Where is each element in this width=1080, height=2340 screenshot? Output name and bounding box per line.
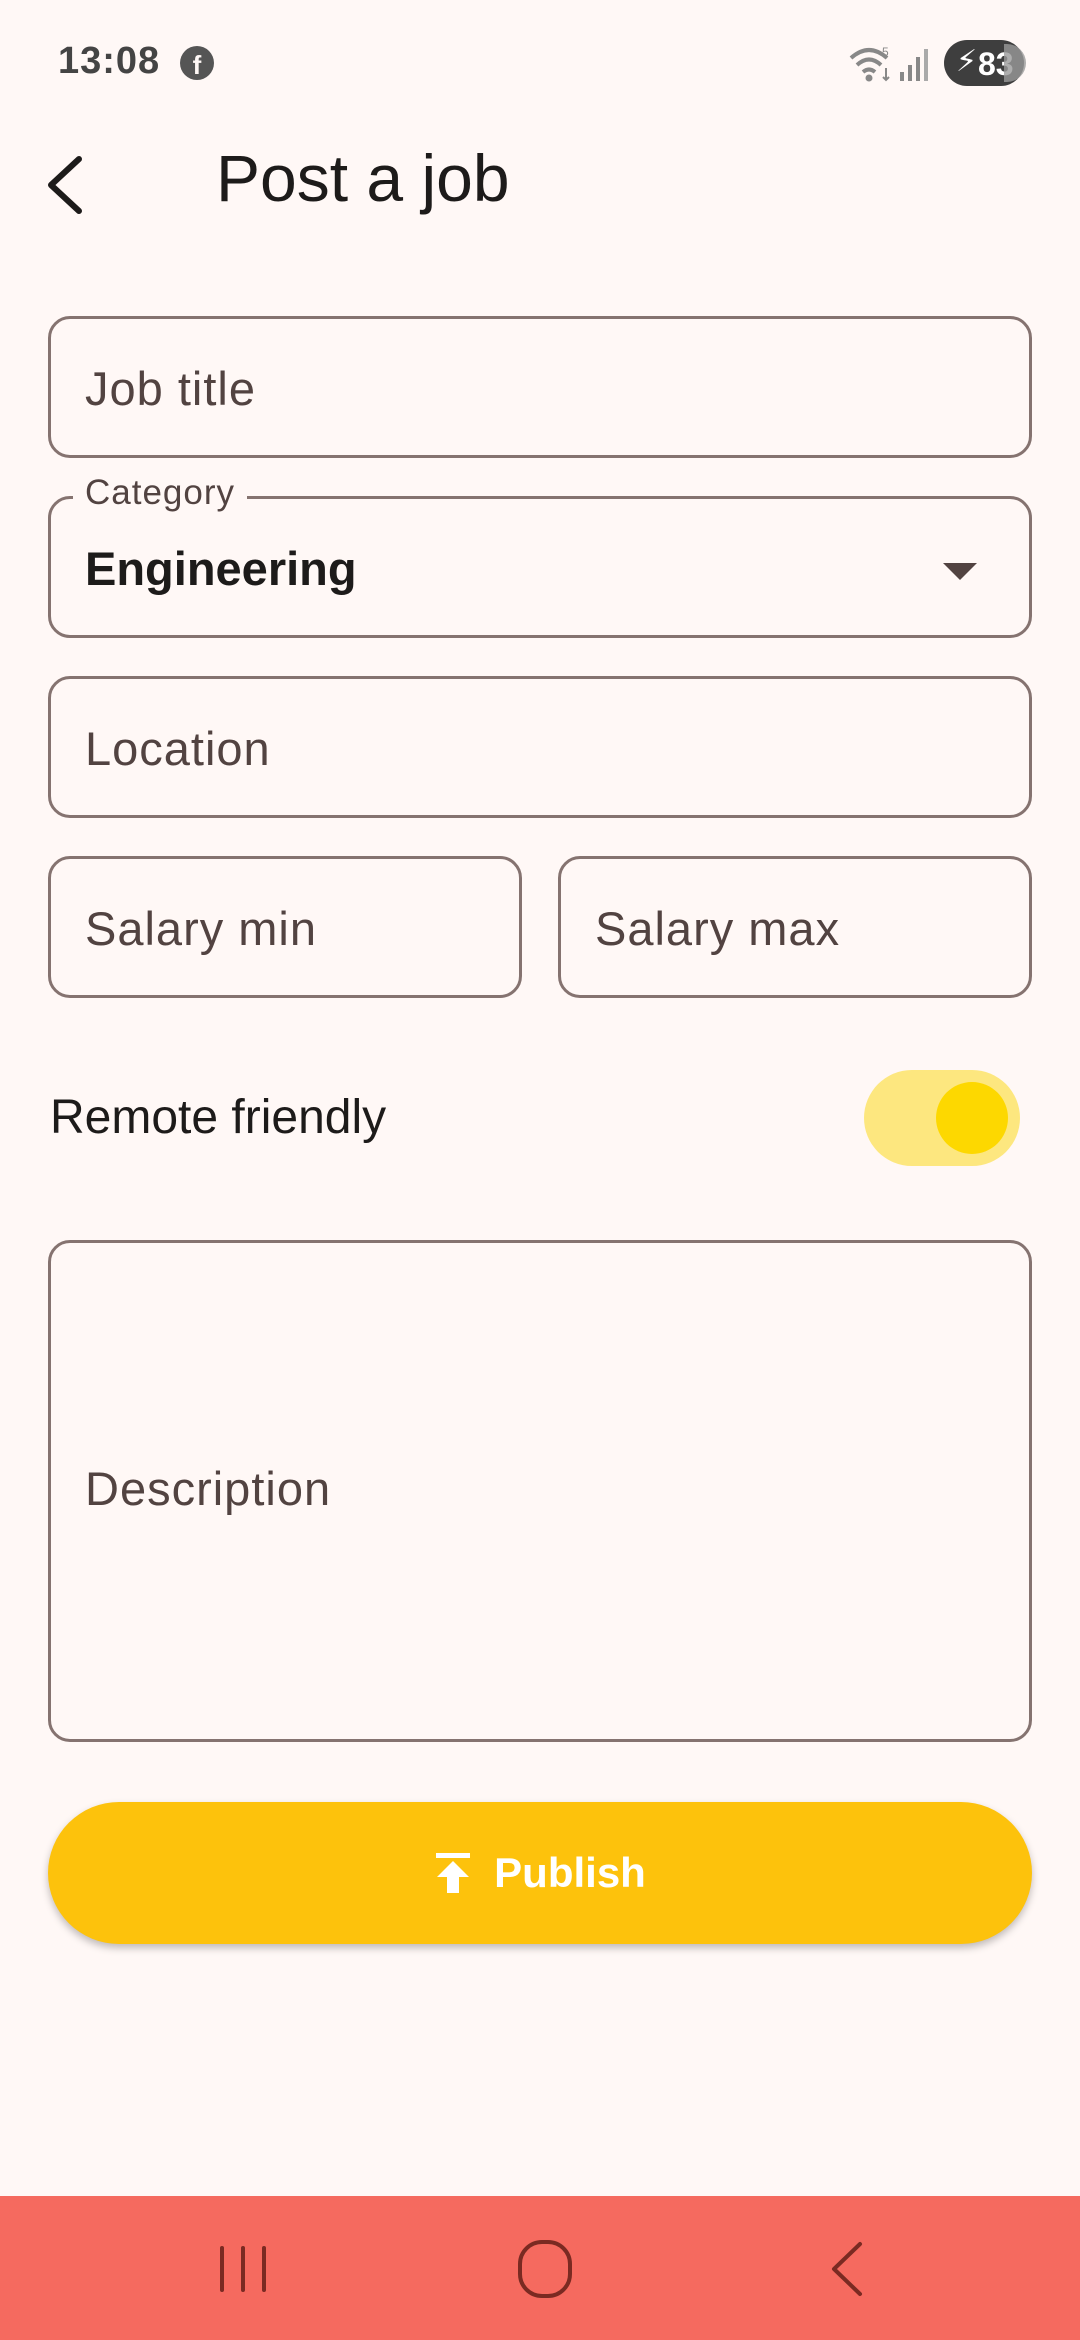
back-button[interactable]: [30, 140, 100, 230]
category-label: Category: [73, 473, 248, 513]
battery-charging-icon: ⚡: [956, 45, 978, 78]
switch-thumb[interactable]: [936, 1082, 1008, 1154]
status-time: 13:08: [58, 40, 161, 82]
upload-icon: [436, 1853, 471, 1893]
location-field[interactable]: Location: [48, 676, 1032, 818]
system-nav-bar: [0, 2196, 1080, 2340]
description-field[interactable]: Description: [48, 1240, 1032, 1742]
remote-friendly-label: Remote friendly: [50, 1091, 387, 1144]
description-placeholder: Description: [85, 1462, 332, 1515]
category-value: Engineering: [85, 542, 357, 595]
recent-apps-icon[interactable]: [216, 2242, 270, 2296]
signal-icon: [900, 49, 928, 81]
publish-button[interactable]: Publish: [48, 1802, 1032, 1944]
facebook-icon: f: [180, 46, 214, 80]
dropdown-arrow-icon: [943, 563, 977, 580]
home-icon[interactable]: [516, 2238, 574, 2300]
publish-label: Publish: [494, 1849, 646, 1896]
salary-max-field[interactable]: Salary max: [558, 856, 1032, 998]
wifi-icon: 5: [849, 45, 890, 82]
salary-min-field[interactable]: Salary min: [48, 856, 522, 998]
salary-min-placeholder: Salary min: [85, 902, 318, 955]
arrow-back-icon: [48, 156, 82, 214]
back-icon[interactable]: [826, 2240, 866, 2298]
salary-max-placeholder: Salary max: [595, 902, 841, 955]
job-title-field[interactable]: Job title: [48, 316, 1032, 458]
job-title-placeholder: Job title: [85, 362, 256, 415]
location-placeholder: Location: [85, 722, 271, 775]
category-dropdown[interactable]: Category Engineering: [48, 473, 1032, 638]
battery-indicator: ⚡ 83: [944, 40, 1026, 86]
svg-text:5: 5: [882, 45, 889, 59]
page-title: Post a job: [216, 141, 510, 215]
